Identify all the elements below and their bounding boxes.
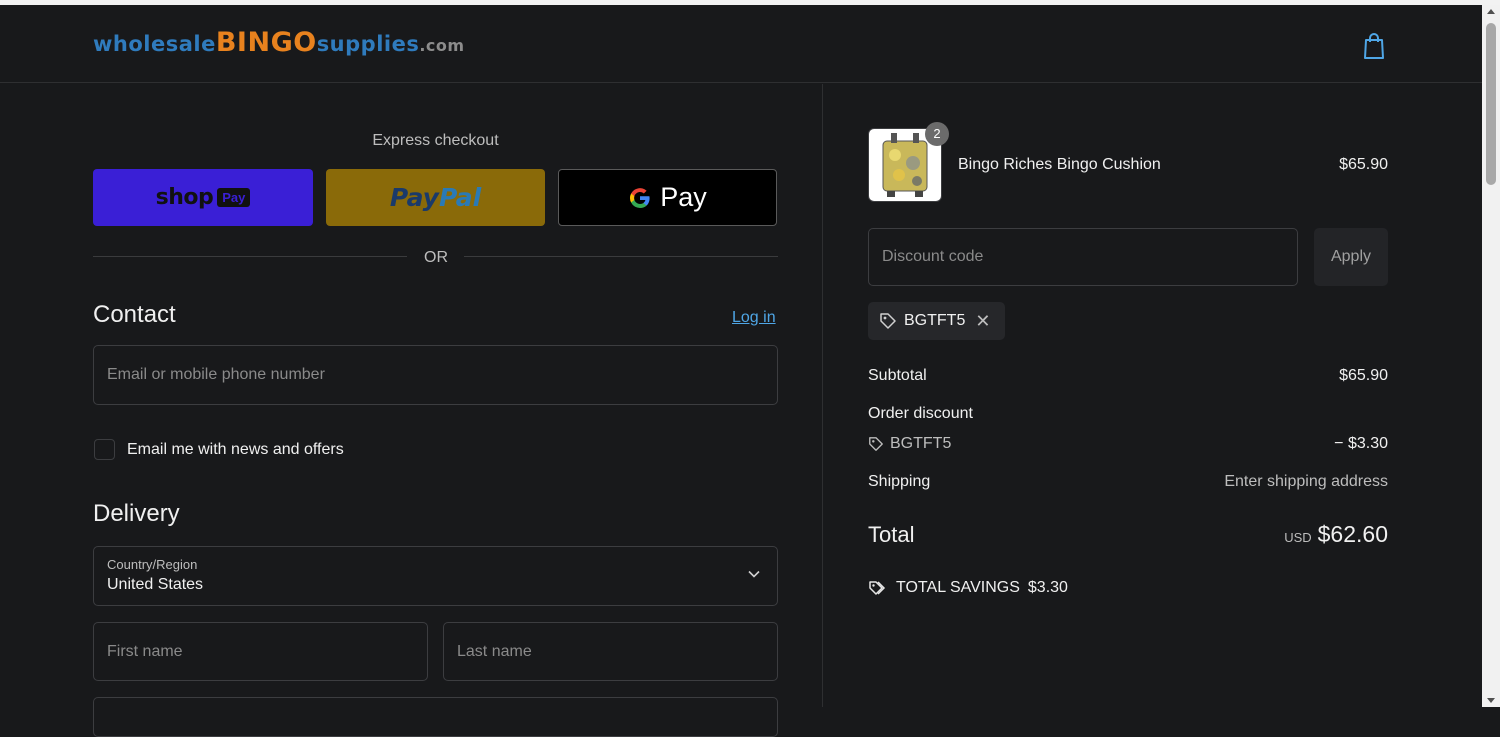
email-field[interactable] [93, 345, 778, 405]
discount-code-input[interactable] [869, 229, 1297, 285]
tag-icon [869, 437, 883, 451]
discount-code-text: BGTFT5 [890, 435, 952, 452]
savings-tags-icon [869, 581, 886, 595]
google-g-icon [630, 187, 650, 208]
checkout-header: wholesaleBINGOsupplies.com [0, 5, 1482, 83]
order-discount-label: Order discount [868, 405, 973, 422]
scroll-up-icon[interactable] [1487, 9, 1495, 14]
total-value: $62.60 [1317, 521, 1388, 547]
product-name: Bingo Riches Bingo Cushion [958, 156, 1161, 173]
first-name-input[interactable] [94, 623, 427, 680]
or-text: OR [424, 249, 448, 266]
country-label: Country/Region [107, 557, 198, 572]
country-value: United States [107, 576, 204, 593]
contact-heading: Contact [93, 301, 176, 328]
savings-label: TOTAL SAVINGS [896, 579, 1020, 596]
shop-pay-tag: Pay [217, 188, 251, 207]
remove-discount-icon[interactable]: ✕ [975, 311, 990, 332]
shipping-value: Enter shipping address [1224, 473, 1388, 490]
discount-value: − $3.30 [1334, 435, 1388, 452]
product-price: $65.90 [1339, 156, 1388, 173]
scroll-down-icon[interactable] [1487, 698, 1495, 703]
tag-icon [880, 313, 896, 329]
apply-discount-button[interactable]: Apply [1314, 228, 1388, 286]
logo-text-com: .com [419, 36, 465, 55]
shop-pay-label: shop [155, 185, 214, 210]
quantity-badge: 2 [925, 122, 949, 146]
subtotal-value: $65.90 [1339, 367, 1388, 384]
total-amount: USD $62.60 [1284, 521, 1388, 548]
store-logo[interactable]: wholesaleBINGOsupplies.com [93, 27, 465, 58]
country-select[interactable]: Country/Region United States [93, 546, 778, 606]
checkout-form: Express checkout shop Pay PayPal Pay OR … [0, 84, 822, 737]
logo-text-supplies: supplies [316, 32, 420, 56]
discount-code-field[interactable] [868, 228, 1298, 286]
total-currency: USD [1284, 530, 1312, 545]
newsletter-label: Email me with news and offers [127, 441, 344, 458]
total-label: Total [868, 522, 915, 547]
email-input[interactable] [94, 346, 777, 404]
shipping-label: Shipping [868, 473, 931, 490]
discount-code-row: BGTFT5 [868, 435, 951, 453]
login-link[interactable]: Log in [732, 309, 776, 327]
or-divider-right [464, 256, 778, 257]
delivery-heading: Delivery [93, 500, 180, 527]
or-divider-left [93, 256, 407, 257]
scrollbar-thumb[interactable] [1486, 23, 1496, 185]
applied-discount-chip: BGTFT5 ✕ [868, 302, 1005, 340]
page-scrollbar[interactable] [1482, 5, 1500, 707]
paypal-label-pay: Pay [389, 183, 439, 212]
logo-text-bingo: BINGO [215, 27, 317, 58]
first-name-field[interactable] [93, 622, 428, 681]
logo-text-wholesale: wholesale [93, 32, 216, 56]
paypal-label-pal: Pal [438, 183, 482, 212]
express-checkout-title: Express checkout [372, 132, 499, 149]
applied-discount-code: BGTFT5 [904, 312, 966, 329]
google-pay-label: Pay [660, 182, 707, 212]
newsletter-checkbox[interactable] [94, 439, 115, 460]
subtotal-label: Subtotal [868, 367, 927, 384]
order-summary: 2 Bingo Riches Bingo Cushion $65.90 Appl… [823, 84, 1482, 707]
google-pay-button[interactable]: Pay [558, 169, 777, 226]
last-name-field[interactable] [443, 622, 778, 681]
last-name-input[interactable] [444, 623, 777, 680]
total-savings: TOTAL SAVINGS $3.30 [868, 579, 1068, 597]
address-field[interactable] [93, 697, 778, 737]
shopping-bag-icon[interactable] [1362, 32, 1386, 60]
shop-pay-button[interactable]: shop Pay [93, 169, 313, 226]
savings-value: $3.30 [1027, 579, 1068, 596]
paypal-button[interactable]: PayPal [326, 169, 545, 226]
chevron-down-icon [748, 570, 760, 578]
